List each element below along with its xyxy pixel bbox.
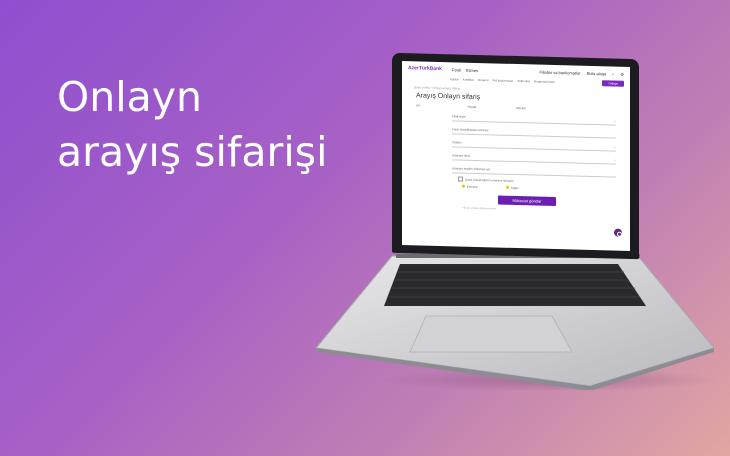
subnav-item: Kartlar (450, 77, 459, 82)
chevron-down-icon: ⌄ (613, 157, 616, 162)
subnav-item: Əmanət (478, 78, 489, 83)
subnav-item: Kreditlər (462, 77, 475, 82)
radio-paper: Kağız (506, 185, 519, 190)
header-links: Filiallar və bankomatlar Bizlə əlaqə ⌕ ⚙ (539, 69, 624, 76)
nav-tabs: Fərdi Biznes (452, 67, 478, 73)
footnote: * Bütün sahələr doldurulmalıdır (462, 206, 497, 211)
column-surname: Soyad (467, 104, 477, 109)
column-patronymic: Ata adı (516, 106, 526, 111)
form-field: Arayışın təqdim ediləcəyi yer (452, 164, 616, 178)
contact-link: Bizlə əlaqə (586, 70, 607, 76)
radio-electronic: Elektron (462, 184, 478, 189)
tab-business: Biznes (466, 67, 479, 73)
subnav-item: Pul köçürmələri (492, 78, 514, 83)
form-field: Telefon ⌄ (452, 138, 616, 152)
tab-individual: Fərdi (451, 66, 462, 73)
form-field: Arayışın növü ⌄ (452, 151, 616, 165)
subnav-item: Rəqəmsal bank (533, 79, 555, 85)
column-name: Ad (416, 103, 420, 108)
form-field: Filial seçin ⌄ (452, 112, 616, 126)
online-button: Onlayn (602, 80, 624, 87)
bank-logo: AzerTürkBank (408, 65, 442, 73)
subnav-item: Xidmətlər (517, 79, 530, 84)
submit-button: Müraciət göndər (498, 195, 556, 207)
laptop-screen: AzerTürkBank Fərdi Biznes Filiallar və b… (402, 61, 630, 251)
form-field: Fərdi identifikasiya nömrəsi (452, 125, 616, 139)
laptop-base (315, 254, 720, 390)
delivery-options: Elektron Kağız (462, 184, 630, 193)
branches-link: Filiallar və bankomatlar (539, 69, 581, 76)
chevron-down-icon: ⌄ (613, 118, 616, 123)
checkbox-icon (458, 176, 463, 182)
chevron-down-icon: ⌄ (613, 144, 616, 149)
settings-icon: ⚙ (620, 71, 624, 77)
search-icon: ⌕ (612, 71, 615, 77)
laptop-illustration: AzerTürkBank Fərdi Biznes Filiallar və b… (0, 0, 730, 456)
chat-icon (614, 228, 622, 237)
